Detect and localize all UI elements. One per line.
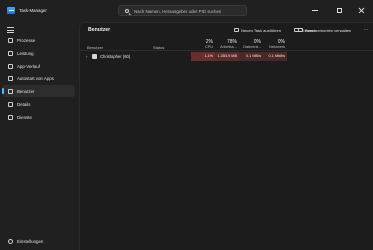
- column-header-disk[interactable]: 0% Datenträ...: [239, 37, 263, 51]
- cpu-label: CPU: [204, 45, 213, 49]
- column-header-status[interactable]: Status: [153, 45, 164, 50]
- users-icon: [8, 88, 13, 94]
- search-box[interactable]: Nach Namen, Herausgeber oder PID suchen: [118, 5, 247, 16]
- column-header-user[interactable]: Benutzer: [87, 45, 103, 50]
- network-label: Netzwerk: [269, 45, 285, 49]
- maximize-icon: [336, 7, 342, 13]
- search-input[interactable]: Nach Namen, Herausgeber oder PID suchen: [134, 9, 221, 14]
- sidebar-item-dienste[interactable]: Dienste: [2, 111, 75, 123]
- history-icon: [8, 63, 13, 69]
- disk-label: Datenträ...: [243, 45, 261, 49]
- cpu-total: 2%: [205, 38, 213, 45]
- cell-cpu: 1,1%: [191, 52, 215, 61]
- grid-icon: [8, 37, 13, 43]
- startup-icon: [8, 75, 13, 81]
- sidebar-item-details[interactable]: Details: [2, 98, 75, 110]
- sidebar-item-label: Prozesse: [17, 37, 36, 43]
- settings-label: Einstellungen: [17, 238, 44, 244]
- sidebar-item-leistung[interactable]: Leistung: [2, 47, 75, 59]
- memory-total: 78%: [226, 38, 237, 45]
- network-value: 0,1 Mbit/s: [268, 54, 285, 59]
- table-row[interactable]: › Christopher (60) 1,1% 1.353,9 MB 0,1 M…: [80, 52, 373, 61]
- sidebar-item-autostart[interactable]: Autostart von Apps: [2, 72, 75, 84]
- sidebar-item-label: Details: [17, 101, 31, 107]
- column-header-network[interactable]: 0% Netzwerk: [263, 37, 287, 51]
- cpu-value: 1,1%: [204, 54, 213, 59]
- sidebar-item-app-verlauf[interactable]: App-Verlauf: [2, 60, 75, 72]
- sidebar-item-label: App-Verlauf: [17, 63, 40, 69]
- sidebar: Prozesse Leistung App-Verlauf Autostart …: [0, 22, 79, 250]
- new-task-icon: [234, 27, 239, 32]
- window-title: Task-Manager: [19, 8, 47, 13]
- page-title: Benutzer: [88, 27, 111, 33]
- details-icon: [8, 101, 13, 107]
- cell-disk: 0,1 MB/s: [239, 52, 263, 61]
- cell-memory: 1.353,9 MB: [215, 52, 239, 61]
- disk-total: 0%: [253, 38, 261, 45]
- search-icon: [125, 8, 129, 13]
- sidebar-item-label: Benutzer: [17, 88, 35, 94]
- services-icon: [8, 114, 13, 120]
- sidebar-item-prozesse[interactable]: Prozesse: [2, 34, 75, 46]
- manage-accounts-label: Benutzerkonten verwalten: [305, 28, 352, 33]
- manage-accounts-icon: [298, 27, 303, 32]
- memory-label: Arbeitss...: [220, 45, 237, 49]
- chevron-right-icon[interactable]: ›: [86, 54, 88, 59]
- user-icon: [92, 53, 97, 59]
- column-header-cpu[interactable]: 2% CPU: [191, 37, 215, 51]
- close-button[interactable]: [356, 5, 366, 15]
- network-total: 0%: [277, 38, 285, 45]
- minimize-icon: [312, 10, 318, 11]
- maximize-button[interactable]: [334, 5, 344, 15]
- new-task-label: Neuen Task ausführen: [241, 28, 281, 33]
- task-manager-icon: [7, 7, 15, 14]
- disk-value: 0,1 MB/s: [246, 54, 261, 59]
- column-header-memory[interactable]: 78% Arbeitss...: [215, 37, 239, 51]
- gear-icon: [8, 238, 13, 244]
- memory-value: 1.353,9 MB: [217, 54, 237, 59]
- cell-network: 0,1 Mbit/s: [263, 52, 287, 61]
- sidebar-item-label: Dienste: [17, 114, 32, 120]
- user-name: Christopher (60): [100, 54, 131, 59]
- minimize-button[interactable]: [310, 5, 320, 15]
- title-bar: Task-Manager Nach Namen, Herausgeber ode…: [0, 0, 373, 22]
- sidebar-item-label: Autostart von Apps: [17, 75, 54, 81]
- sidebar-item-benutzer[interactable]: Benutzer: [2, 85, 75, 97]
- sidebar-item-settings[interactable]: Einstellungen: [2, 235, 75, 247]
- main-panel: Benutzer Neuen Task ausführen Trennen Be…: [79, 22, 373, 250]
- more-options-button[interactable]: ···: [362, 25, 370, 35]
- performance-icon: [8, 50, 13, 56]
- table-header: Benutzer Status 2% CPU 78% Arbeitss... 0…: [80, 37, 373, 51]
- sidebar-item-label: Leistung: [17, 50, 34, 56]
